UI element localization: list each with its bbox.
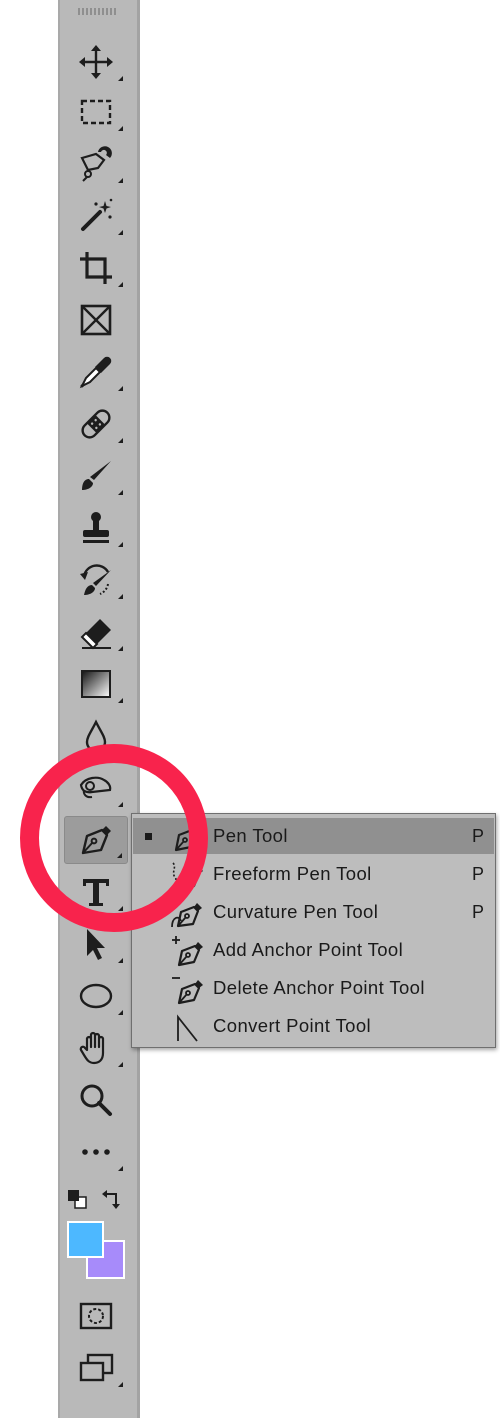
menu-item-shortcut: P <box>471 902 484 922</box>
type-tool-button[interactable] <box>64 868 128 916</box>
menu-item-pen-tool[interactable]: Pen Tool P <box>133 818 494 854</box>
menu-item-label: Delete Anchor Point Tool <box>213 977 425 998</box>
menu-item-label: Pen Tool <box>213 825 288 846</box>
frame-icon <box>80 304 112 336</box>
add-anchor-icon <box>172 936 203 967</box>
edit-toolbar-button[interactable] <box>64 1128 128 1176</box>
quick-mask-icon <box>79 1302 113 1330</box>
menu-item-convert-point-tool[interactable]: Convert Point Tool <box>133 1008 494 1044</box>
magnetic-lasso-tool-button[interactable] <box>64 140 128 188</box>
default-colors-icon <box>68 1190 87 1209</box>
menu-item-label: Add Anchor Point Tool <box>213 939 404 960</box>
path-selection-tool-button[interactable] <box>64 920 128 968</box>
quick-mask-button[interactable] <box>64 1292 128 1340</box>
brush-tool-button[interactable] <box>64 452 128 500</box>
eraser-tool-button[interactable] <box>64 608 128 656</box>
gradient-tool-button[interactable] <box>64 660 128 708</box>
crop-icon <box>80 252 112 284</box>
zoom-icon <box>80 1084 112 1116</box>
drop-icon <box>85 719 107 753</box>
menu-item-delete-anchor-point-tool[interactable]: Delete Anchor Point Tool <box>133 970 494 1006</box>
selected-indicator <box>145 833 152 840</box>
eyedropper-icon <box>79 356 112 389</box>
clone-stamp-tool-button[interactable] <box>64 504 128 552</box>
marquee-icon <box>80 99 112 125</box>
menu-item-label: Curvature Pen Tool <box>213 901 379 922</box>
brush-icon <box>82 461 111 490</box>
delete-anchor-icon <box>172 977 203 1005</box>
swap-arrows-icon <box>102 1190 120 1209</box>
type-icon <box>83 879 109 906</box>
menu-item-add-anchor-point-tool[interactable]: Add Anchor Point Tool <box>133 932 494 968</box>
move-tool-button[interactable] <box>64 38 128 86</box>
magnetic-lasso-icon <box>80 146 112 182</box>
default-colors-button[interactable] <box>66 1188 90 1212</box>
curvature-pen-icon <box>171 903 202 928</box>
stamp-icon <box>83 512 109 543</box>
crop-tool-button[interactable] <box>64 244 128 292</box>
panel-grip-handle[interactable] <box>78 8 118 15</box>
swap-colors-button[interactable] <box>100 1186 126 1212</box>
pen-icon <box>81 826 111 855</box>
smudge-tool-button[interactable] <box>64 764 128 812</box>
convert-point-icon <box>177 1014 198 1042</box>
menu-item-label: Freeform Pen Tool <box>213 863 372 884</box>
pen-tool-flyout-menu: Pen Tool P Freeform Pen Tool P Curvature… <box>131 813 496 1048</box>
menu-item-curvature-pen-tool[interactable]: Curvature Pen Tool P <box>133 894 494 930</box>
history-brush-tool-button[interactable] <box>64 556 128 604</box>
menu-item-shortcut: P <box>471 826 484 846</box>
move-icon <box>79 45 113 79</box>
frame-tool-button[interactable] <box>64 296 128 344</box>
bandage-icon <box>81 409 111 439</box>
hand-tool-button[interactable] <box>64 1024 128 1072</box>
blur-tool-button[interactable] <box>64 712 128 760</box>
menu-item-freeform-pen-tool[interactable]: Freeform Pen Tool P <box>133 856 494 892</box>
rectangular-marquee-tool-button[interactable] <box>64 88 128 136</box>
screen-mode-button[interactable] <box>64 1344 128 1392</box>
eraser-icon <box>80 619 111 650</box>
zoom-tool-button[interactable] <box>64 1076 128 1124</box>
arrow-icon <box>87 929 105 960</box>
freeform-pen-icon <box>172 862 203 891</box>
more-icon <box>82 1149 110 1155</box>
menu-item-label: Convert Point Tool <box>213 1015 372 1036</box>
pen-tool-button[interactable] <box>64 816 128 864</box>
hand-icon <box>79 1031 105 1065</box>
gradient-icon <box>81 670 111 698</box>
healing-brush-tool-button[interactable] <box>64 400 128 448</box>
pen-icon <box>174 826 200 852</box>
ellipse-icon <box>79 983 113 1009</box>
history-brush-icon <box>80 564 111 595</box>
ellipse-tool-button[interactable] <box>64 972 128 1020</box>
screen-mode-icon <box>79 1353 114 1382</box>
foreground-color-swatch[interactable] <box>67 1221 104 1258</box>
magic-wand-tool-button[interactable] <box>64 192 128 240</box>
menu-item-shortcut: P <box>471 864 484 884</box>
magic-wand-icon <box>81 198 113 231</box>
eyedropper-tool-button[interactable] <box>64 348 128 396</box>
smudge-icon <box>79 776 112 799</box>
